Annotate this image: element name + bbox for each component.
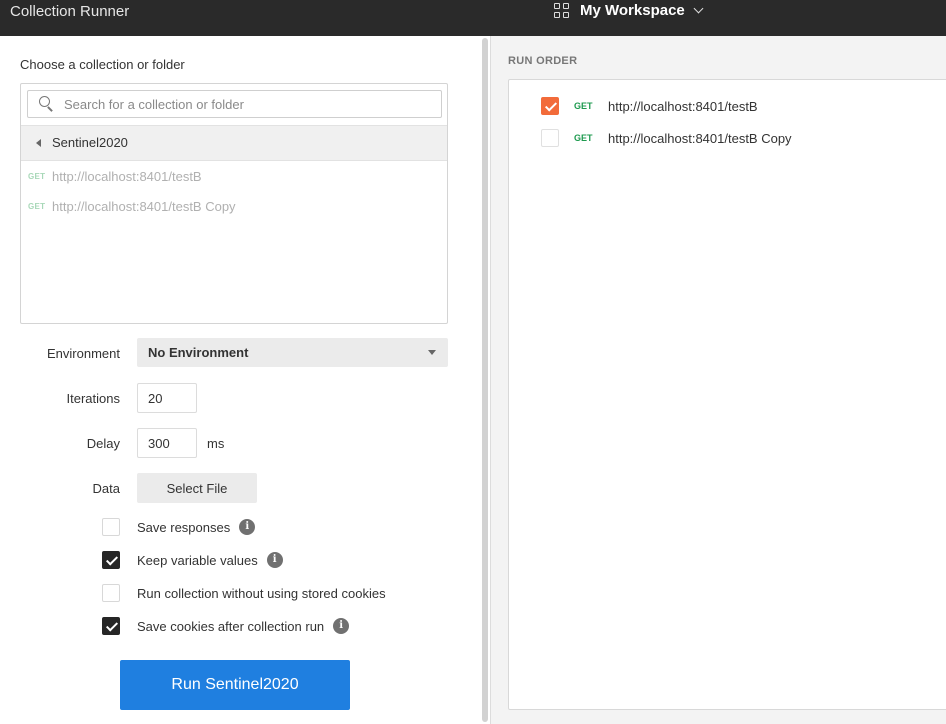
option-label: Keep variable values xyxy=(137,552,258,568)
request-method: GET xyxy=(574,101,593,111)
run-order-list: GET http://localhost:8401/testB GET http… xyxy=(508,79,946,710)
runner-config-panel: Choose a collection or folder Sentinel20… xyxy=(0,36,480,724)
caret-down-icon xyxy=(428,350,436,355)
iterations-label: Iterations xyxy=(66,391,120,406)
caret-left-icon[interactable] xyxy=(36,139,41,147)
request-url: http://localhost:8401/testB Copy xyxy=(608,130,792,146)
info-icon[interactable]: i xyxy=(333,618,350,634)
collection-folder-row[interactable]: Sentinel2020 xyxy=(21,125,447,161)
run-order-item[interactable]: GET http://localhost:8401/testB xyxy=(541,96,758,116)
collection-browser: Sentinel2020 GET http://localhost:8401/t… xyxy=(20,83,448,324)
search-input[interactable] xyxy=(64,91,434,117)
option-label: Run collection without using stored cook… xyxy=(137,585,386,601)
request-url: http://localhost:8401/testB Copy xyxy=(52,199,236,214)
run-order-title: RUN ORDER xyxy=(508,55,578,67)
option-keep-variable-values[interactable]: Keep variable values i xyxy=(102,550,283,570)
request-method: GET xyxy=(28,172,46,181)
environment-select[interactable]: No Environment xyxy=(137,338,448,367)
delay-label: Delay xyxy=(86,436,120,451)
search-box[interactable] xyxy=(27,90,442,118)
save-responses-checkbox[interactable] xyxy=(102,518,120,536)
run-order-item[interactable]: GET http://localhost:8401/testB Copy xyxy=(541,128,792,148)
option-label: Save cookies after collection run xyxy=(137,618,325,634)
no-stored-cookies-checkbox[interactable] xyxy=(102,584,120,602)
info-icon[interactable]: i xyxy=(266,552,283,568)
select-file-button[interactable]: Select File xyxy=(137,473,257,503)
option-label: Save responses xyxy=(137,519,231,535)
environment-value: No Environment xyxy=(148,345,249,360)
request-item[interactable]: GET http://localhost:8401/testB Copy xyxy=(28,198,438,218)
request-method: GET xyxy=(574,133,593,143)
request-item[interactable]: GET http://localhost:8401/testB xyxy=(28,168,438,188)
left-panel-scrollbar[interactable] xyxy=(482,38,488,722)
save-cookies-checkbox[interactable] xyxy=(102,617,120,635)
grid-icon xyxy=(554,3,570,19)
search-icon xyxy=(39,96,54,112)
chevron-down-icon xyxy=(693,3,704,14)
info-icon[interactable]: i xyxy=(239,519,256,535)
run-order-checkbox[interactable] xyxy=(541,97,559,115)
request-url: http://localhost:8401/testB xyxy=(52,169,202,184)
environment-label: Environment xyxy=(47,346,120,361)
option-save-cookies[interactable]: Save cookies after collection run i xyxy=(102,616,350,636)
request-method: GET xyxy=(28,202,46,211)
choose-collection-label: Choose a collection or folder xyxy=(20,57,185,72)
title-bar: Collection Runner My Workspace xyxy=(0,0,946,36)
collection-name: Sentinel2020 xyxy=(52,135,128,150)
run-collection-button[interactable]: Run Sentinel2020 xyxy=(120,660,350,710)
run-order-panel: RUN ORDER GET http://localhost:8401/test… xyxy=(491,36,946,724)
request-url: http://localhost:8401/testB xyxy=(608,98,758,114)
data-label: Data xyxy=(92,481,120,496)
workspace-switcher[interactable]: My Workspace xyxy=(554,2,704,19)
delay-unit: ms xyxy=(207,436,225,451)
run-order-checkbox[interactable] xyxy=(541,129,559,147)
keep-variable-values-checkbox[interactable] xyxy=(102,551,120,569)
iterations-input[interactable] xyxy=(137,383,197,413)
app-title: Collection Runner xyxy=(10,3,130,20)
option-no-stored-cookies[interactable]: Run collection without using stored cook… xyxy=(102,583,386,603)
workspace-name: My Workspace xyxy=(580,2,685,19)
option-save-responses[interactable]: Save responses i xyxy=(102,517,256,537)
delay-input[interactable] xyxy=(137,428,197,458)
